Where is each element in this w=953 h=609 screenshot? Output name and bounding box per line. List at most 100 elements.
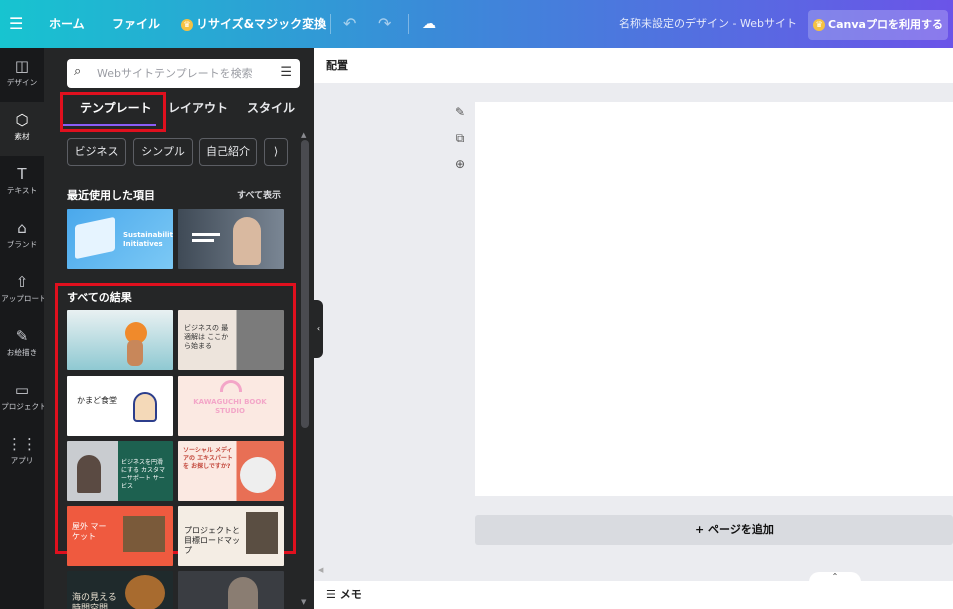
rail-item-uploads[interactable]: ⇧ アップロード [0,264,47,318]
rail-item-draw[interactable]: ✎ お絵描き [0,318,44,372]
thumb-text: 海の見える 時間空間 [72,593,117,609]
result-template-thumbnail[interactable]: かまど食堂 [67,376,173,436]
thumb-text: ビジネスの 最適解は ここから始まる [184,324,229,350]
rail-item-apps[interactable]: ⋮⋮ アプリ [0,426,44,480]
resize-magic-label: リサイズ&マジック変換 [196,17,327,31]
thumb-text: Sustainability Initiatives [123,231,173,248]
cloud-save-icon[interactable]: ☁ [422,0,436,48]
rail-label: デザイン [6,78,38,87]
notes-icon[interactable]: ✎ [452,105,468,119]
text-line [192,239,214,242]
side-rail: ◫ デザイン ⬡ 素材 T テキスト ⌂ ブランド ⇧ アップロード ✎ お絵描き ▭ プロジ… [0,48,47,609]
canva-pro-label: Canvaプロを利用する [828,18,943,31]
chip-business[interactable]: ビジネス [67,138,126,166]
cafe-photo [125,575,165,609]
chip-next-arrow-icon[interactable]: ⟩ [264,138,288,166]
laptop-illustration [75,216,115,260]
topbar-divider [330,14,331,34]
rail-label: お絵描き [6,348,38,357]
hand-photo [127,340,143,366]
template-search-box[interactable]: ⌕ Webサイトテンプレートを検索 ☰ [67,59,300,88]
search-icon: ⌕ [74,64,82,79]
recent-section-title: 最近使用した項目 [67,189,155,202]
person-photo [233,217,261,265]
result-template-thumbnail[interactable] [178,571,284,609]
topbar-divider [408,14,409,34]
result-template-thumbnail[interactable] [67,310,173,370]
chip-simple[interactable]: シンプル [133,138,193,166]
add-page-button[interactable]: + ページを追加 [475,515,953,545]
text-icon: T [17,165,27,183]
tab-layouts[interactable]: レイアウト [168,97,228,119]
hamburger-menu-icon[interactable]: ☰ [9,0,25,48]
chip-self-intro[interactable]: 自己紹介 [199,138,257,166]
scroll-down-icon[interactable]: ▼ [301,598,306,606]
person-photo [246,512,278,554]
thumb-text: ビジネスを円滑にする カスタマーサポート サービス [121,459,165,490]
recent-template-thumbnail[interactable] [178,209,284,269]
bottom-bar: ☰ メモ [314,581,953,609]
crown-icon: ♛ [813,19,826,31]
tab-styles[interactable]: スタイル [247,97,295,119]
thumb-text: プロジェクトと 目標ロードマップ [184,526,240,555]
shapes-icon: ⬡ [15,111,29,129]
result-template-thumbnail[interactable]: ビジネスの 最適解は ここから始まる [178,310,284,370]
notes-button[interactable]: ☰ メモ [326,581,362,609]
undo-icon[interactable]: ↶ [343,0,356,48]
rail-item-brand[interactable]: ⌂ ブランド [0,210,44,264]
folder-icon: ▭ [14,381,30,399]
rail-item-design[interactable]: ◫ デザイン [0,48,44,102]
rail-label: 素材 [14,132,30,141]
recent-template-thumbnail[interactable]: Sustainability Initiatives [67,209,173,269]
design-page[interactable] [475,102,953,496]
rail-label: テキスト [6,186,38,195]
rail-item-text[interactable]: T テキスト [0,156,44,210]
scroll-up-icon[interactable]: ▲ [301,131,306,139]
panel-collapse-handle[interactable]: ‹ [314,300,323,358]
redo-icon[interactable]: ↷ [378,0,391,48]
duplicate-page-icon[interactable]: ⧉ [452,131,468,146]
brand-icon: ⌂ [17,219,27,237]
upload-icon: ⇧ [15,273,29,291]
layout-icon: ◫ [14,57,30,75]
scroll-left-icon[interactable]: ◀ [318,566,323,574]
rail-label: ブランド [6,240,38,249]
pen-icon: ✎ [15,327,29,345]
thumb-text: かまど食堂 [77,396,117,405]
result-template-thumbnail[interactable]: プロジェクトと 目標ロードマップ [178,506,284,566]
rail-label: アップロード [1,294,47,303]
context-toolbar: 配置 [314,48,953,83]
result-template-thumbnail[interactable]: 屋外 マーケット [67,506,173,566]
rainbow-illustration [220,380,242,392]
notes-icon: ☰ [326,588,336,601]
person-photo [228,577,258,609]
result-template-thumbnail[interactable]: KAWAGUCHI BOOK STUDIO [178,376,284,436]
rail-item-projects[interactable]: ▭ プロジェクト [0,372,47,426]
search-input[interactable]: Webサイトテンプレートを検索 [97,59,253,88]
thumb-text: 屋外 マーケット [72,522,107,541]
rail-label: アプリ [10,456,34,465]
resize-magic-button[interactable]: ♛ リサイズ&マジック変換 [181,0,326,48]
filter-icon[interactable]: ☰ [280,65,292,80]
apps-grid-icon: ⋮⋮ [7,435,37,453]
rail-label: プロジェクト [1,402,47,411]
document-title[interactable]: 名称未設定のデザイン - Webサイト [619,0,797,48]
home-button[interactable]: ホーム [49,0,85,48]
result-template-thumbnail[interactable]: 海の見える 時間空間 [67,571,173,609]
result-template-thumbnail[interactable]: ソーシャル メディアの エキスパートを お探しですか? [178,441,284,501]
show-all-link[interactable]: すべて表示 [237,188,281,201]
templates-panel: ⌕ Webサイトテンプレートを検索 ☰ テンプレート レイアウト スタイル ビジ… [44,48,314,609]
text-line [192,233,220,236]
market-photo [123,516,165,552]
top-bar: ☰ ホーム ファイル ♛ リサイズ&マジック変換 ↶ ↷ ☁ 名称未設定のデザイン… [0,0,953,48]
arrange-button[interactable]: 配置 [326,48,348,83]
person-photo [77,455,101,493]
add-page-icon[interactable]: ⊕ [452,157,468,171]
rail-item-elements[interactable]: ⬡ 素材 [0,102,44,156]
file-menu-button[interactable]: ファイル [112,0,160,48]
canva-pro-button[interactable]: ♛ Canvaプロを利用する [808,10,948,40]
notes-label: メモ [339,588,362,601]
thumb-text: KAWAGUCHI BOOK STUDIO [193,398,267,415]
panel-scroll-thumb[interactable] [301,140,309,428]
result-template-thumbnail[interactable]: ビジネスを円滑にする カスタマーサポート サービス [67,441,173,501]
